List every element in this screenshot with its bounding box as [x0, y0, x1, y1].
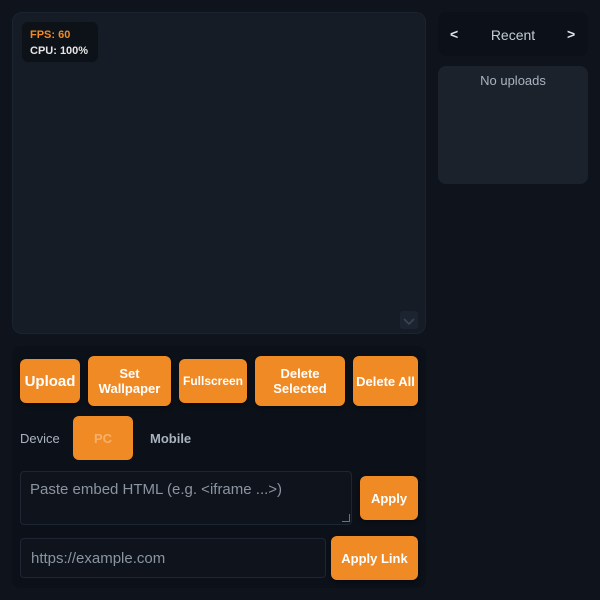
upload-button[interactable]: Upload [20, 359, 80, 403]
recent-title: Recent [490, 27, 536, 43]
link-url-input[interactable] [20, 538, 326, 578]
recent-prev-button[interactable]: < [450, 26, 458, 42]
device-option-pc[interactable]: PC [73, 416, 133, 460]
delete-selected-button[interactable]: Delete Selected [255, 356, 345, 406]
embed-html-input[interactable] [20, 471, 352, 525]
check-icon[interactable] [400, 311, 418, 329]
fullscreen-button[interactable]: Fullscreen [179, 359, 247, 403]
empty-state-text: No uploads [480, 73, 546, 88]
recent-next-button[interactable]: > [567, 26, 575, 42]
device-label: Device [20, 431, 60, 446]
cpu-readout: CPU: 100% [30, 45, 89, 57]
fps-readout: FPS: 60 [30, 29, 71, 41]
apply-link-button[interactable]: Apply Link [331, 536, 418, 580]
delete-all-button[interactable]: Delete All [353, 356, 418, 406]
device-option-mobile[interactable]: Mobile [150, 431, 191, 446]
apply-embed-button[interactable]: Apply [360, 476, 418, 520]
performance-overlay: FPS: 60 CPU: 100% [22, 22, 98, 62]
set-wallpaper-button[interactable]: Set Wallpaper [88, 356, 171, 406]
resize-handle-icon[interactable] [342, 514, 350, 522]
